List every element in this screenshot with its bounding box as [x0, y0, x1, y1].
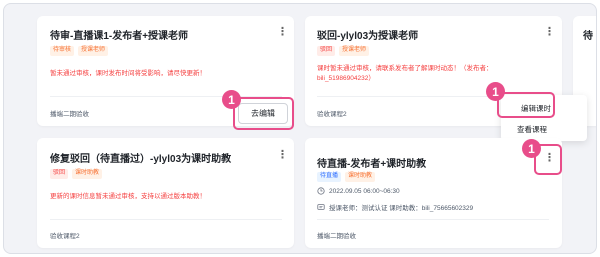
status-tag: 待审核	[50, 46, 75, 56]
lesson-staff: 授课老师：测试认证 课时助教：bili_75665602329	[317, 202, 473, 212]
warning-text: 课时暂未通过审核，请联系发布者了解课时动态！（发布者： bili_5198690…	[317, 64, 552, 84]
status-tag: 待直播	[317, 172, 342, 182]
status-tag: 驳回	[317, 46, 336, 56]
clock-icon	[317, 187, 325, 195]
lesson-title: 待审-直播课1-发布者+授课老师	[50, 31, 189, 42]
step-badge: 1	[486, 82, 505, 101]
warning-line: 课时暂未通过审核，请联系发布者了解课时动态！（发布者：	[317, 65, 493, 72]
course-name: 验收课程2	[317, 111, 347, 118]
tag-list: 驳回 授课老师	[317, 46, 370, 56]
role-tag: 课时助教	[345, 172, 376, 182]
warning-text: 暂未通过审核，课时发布时间将受影响，请尽快更新！	[50, 70, 206, 77]
lesson-title: 驳回-ylyl03为授课老师	[317, 31, 419, 42]
time-text: 2022.09.05 06:00~06:30	[329, 187, 400, 195]
course-name: 验收课程2	[50, 233, 80, 240]
view-course-menu-item[interactable]: 查看课程	[501, 124, 587, 135]
divider	[317, 219, 549, 220]
role-tag: 课时助教	[72, 169, 103, 179]
more-options-icon[interactable]: ⋮	[544, 27, 555, 38]
status-tag: 驳回	[50, 169, 69, 179]
role-tag: 授课老师	[78, 46, 109, 56]
role-tag: 授课老师	[339, 46, 370, 56]
lesson-time: 2022.09.05 06:00~06:30	[317, 187, 400, 195]
lesson-title: 待	[583, 31, 593, 42]
course-name: 播端二期验收	[317, 233, 356, 240]
tag-list: 驳回 课时助教	[50, 169, 103, 179]
course-name: 播端二期验收	[50, 111, 89, 118]
divider	[50, 219, 282, 220]
tag-list: 待直播 课时助教	[317, 172, 376, 182]
highlight-box	[233, 97, 294, 130]
warning-line: bili_51986904232）	[317, 75, 375, 82]
staff-text: 授课老师：测试认证 课时助教：bili_75665602329	[329, 205, 474, 212]
step-badge: 1	[522, 139, 541, 158]
more-options-icon[interactable]: ⋮	[277, 150, 288, 161]
warning-text: 更新的课时信息暂未通过审核，支持以通过版本助教！	[50, 193, 206, 200]
step-badge: 1	[222, 90, 241, 109]
user-card-icon	[317, 204, 325, 210]
course-list-panel: 待审-直播课1-发布者+授课老师 ⋮ 待审核 授课老师 暂未通过审核，课时发布时…	[3, 3, 597, 254]
tag-list: 待审核 授课老师	[50, 46, 109, 56]
lesson-title: 待直播-发布者+课时助教	[317, 159, 427, 170]
lesson-title: 修复驳回（待直播过）-ylyl03为课时助教	[50, 154, 232, 165]
more-options-icon[interactable]: ⋮	[277, 27, 288, 38]
highlight-box	[497, 92, 555, 118]
